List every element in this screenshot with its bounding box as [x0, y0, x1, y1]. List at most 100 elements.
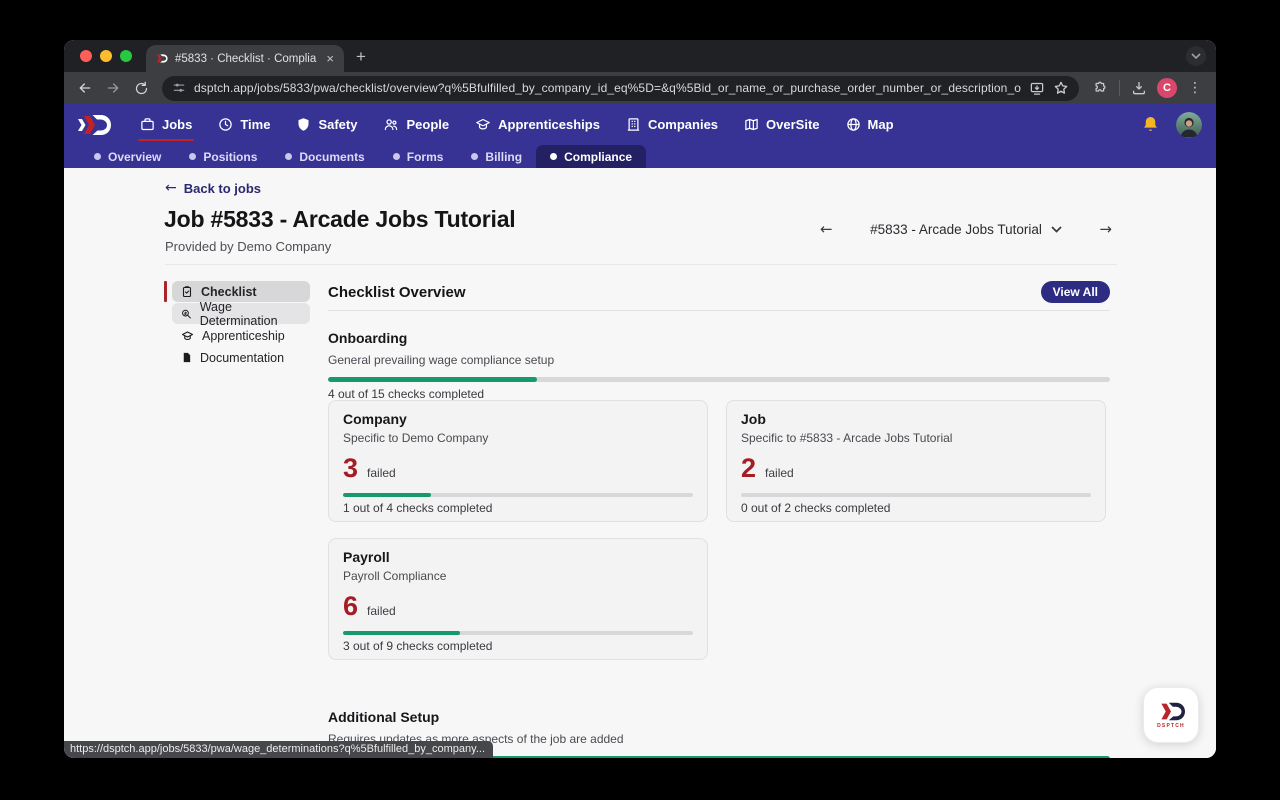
dsptch-logo[interactable] — [78, 113, 112, 137]
profile-button[interactable]: C — [1154, 75, 1180, 101]
sidebar-item-documentation[interactable]: Documentation — [172, 347, 310, 368]
nav-item-oversite[interactable]: OverSite — [732, 104, 831, 145]
subnav-item-overview[interactable]: Overview — [80, 145, 175, 168]
subnav-label: Forms — [406, 149, 444, 164]
card-payroll[interactable]: Payroll Payroll Compliance 6 failed 3 ou… — [328, 538, 708, 660]
forward-icon — [107, 83, 119, 93]
app-nav: Jobs Time Safety People Apprenticeships … — [64, 104, 1216, 145]
dot-icon — [471, 153, 479, 160]
sidebar-label: Checklist — [201, 284, 257, 299]
toolbar-divider — [1119, 80, 1120, 96]
progress-fill — [343, 493, 431, 497]
subnav-item-compliance[interactable]: Compliance — [536, 145, 647, 168]
back-arrow-icon: ← — [165, 180, 177, 196]
user-avatar[interactable] — [1176, 111, 1202, 138]
card-subtitle: Payroll Compliance — [343, 569, 447, 583]
subnav-item-forms[interactable]: Forms — [379, 145, 458, 168]
nav-label: Companies — [647, 117, 719, 132]
subnav-label: Overview — [108, 149, 162, 164]
browser-toolbar: dsptch.app/jobs/5833/pwa/checklist/overv… — [64, 72, 1216, 104]
progress-caption: 0 out of 2 checks completed — [741, 501, 891, 515]
dsptch-fab-button[interactable]: DSPTCH — [1143, 687, 1199, 743]
tab-close-icon[interactable]: × — [324, 52, 336, 65]
next-job-button[interactable]: → — [1099, 220, 1112, 238]
people-icon — [385, 119, 398, 131]
url-bar[interactable]: dsptch.app/jobs/5833/pwa/checklist/overv… — [162, 75, 1079, 101]
new-tab-button[interactable]: + — [356, 47, 366, 67]
progress-bar — [328, 377, 1110, 382]
nav-item-map[interactable]: Map — [834, 104, 906, 145]
back-link-label: Back to jobs — [183, 180, 262, 196]
minimize-window-button[interactable] — [100, 50, 112, 62]
nav-item-jobs[interactable]: Jobs — [128, 104, 204, 145]
progress-caption: 4 out of 15 checks completed — [328, 387, 485, 401]
nav-item-safety[interactable]: Safety — [284, 104, 369, 145]
subnav-item-positions[interactable]: Positions — [175, 145, 271, 168]
failed-label: failed — [367, 466, 396, 480]
progress-bar — [741, 493, 1091, 497]
progress-caption: 3 out of 9 checks completed — [343, 639, 493, 653]
failed-label: failed — [765, 466, 794, 480]
browser-window: #5833 · Checklist · Complian × + dsptch.… — [64, 40, 1216, 758]
bell-icon[interactable] — [1141, 115, 1160, 134]
shield-icon — [298, 118, 309, 131]
card-company[interactable]: Company Specific to Demo Company 3 faile… — [328, 400, 708, 522]
reload-button[interactable] — [128, 75, 154, 101]
nav-label: Time — [240, 117, 271, 132]
progress-bar — [343, 493, 693, 497]
extensions-button[interactable] — [1087, 75, 1113, 101]
search-dollar-icon — [182, 309, 191, 319]
section-title: Onboarding — [328, 330, 408, 346]
close-window-button[interactable] — [80, 50, 92, 62]
zoom-window-button[interactable] — [120, 50, 132, 62]
reload-icon — [135, 81, 147, 94]
nav-item-companies[interactable]: Companies — [614, 104, 730, 145]
browser-menu-button[interactable]: ⋮ — [1182, 75, 1208, 101]
job-select-value: #5833 - Arcade Jobs Tutorial — [870, 221, 1042, 237]
install-icon[interactable] — [1029, 81, 1045, 96]
sidebar-label: Wage Determination — [199, 299, 278, 328]
nav-item-time[interactable]: Time — [206, 104, 282, 145]
bookmark-star-icon[interactable] — [1053, 80, 1069, 96]
card-subtitle: Specific to Demo Company — [343, 431, 489, 445]
forward-button[interactable] — [100, 75, 126, 101]
nav-item-apprenticeships[interactable]: Apprenticeships — [463, 104, 612, 145]
card-title: Payroll — [343, 549, 390, 565]
graduation-cap-icon — [476, 118, 490, 130]
card-job[interactable]: Job Specific to #5833 - Arcade Jobs Tuto… — [726, 400, 1106, 522]
subnav-label: Positions — [203, 149, 258, 164]
sidebar-item-apprenticeship[interactable]: Apprenticeship — [172, 325, 310, 346]
sidebar-label: Documentation — [200, 350, 285, 365]
nav-label: OverSite — [766, 117, 820, 132]
nav-right — [1141, 111, 1202, 138]
view-all-button[interactable]: View All — [1040, 281, 1110, 303]
app-nav-items: Jobs Time Safety People Apprenticeships … — [128, 104, 906, 145]
download-icon — [1133, 82, 1145, 95]
nav-item-people[interactable]: People — [371, 104, 461, 145]
card-subtitle: Specific to #5833 - Arcade Jobs Tutorial — [741, 431, 953, 445]
browser-tab[interactable]: #5833 · Checklist · Complian × — [146, 45, 344, 72]
sidebar-item-wage-determination[interactable]: Wage Determination — [172, 300, 310, 328]
downloads-button[interactable] — [1126, 75, 1152, 101]
kebab-icon: ⋮ — [1188, 80, 1202, 96]
status-bar-url: https://dsptch.app/jobs/5833/pwa/wage_de… — [64, 741, 494, 758]
job-subnav: Overview Positions Documents Forms Billi… — [64, 145, 1216, 168]
tab-search-button[interactable] — [1186, 46, 1206, 66]
job-select-dropdown[interactable]: #5833 - Arcade Jobs Tutorial — [870, 222, 1062, 237]
subnav-item-billing[interactable]: Billing — [457, 145, 536, 168]
fab-label: DSPTCH — [1157, 723, 1185, 729]
nav-label: Jobs — [162, 117, 193, 132]
subnav-label: Compliance — [564, 149, 633, 164]
header-divider — [165, 264, 1117, 265]
section-divider — [328, 310, 1110, 311]
subnav-item-documents[interactable]: Documents — [271, 145, 378, 168]
onboarding-section: Onboarding General prevailing wage compl… — [328, 330, 1110, 401]
checklist-overview-title: Checklist Overview — [328, 283, 466, 301]
back-button[interactable] — [72, 75, 98, 101]
back-to-jobs-link[interactable]: ← Back to jobs — [165, 180, 261, 196]
puzzle-icon — [1095, 81, 1105, 92]
card-title: Company — [343, 411, 407, 427]
progress-fill — [343, 631, 460, 635]
previous-job-button[interactable]: ← — [820, 220, 833, 238]
window-controls — [64, 40, 146, 72]
